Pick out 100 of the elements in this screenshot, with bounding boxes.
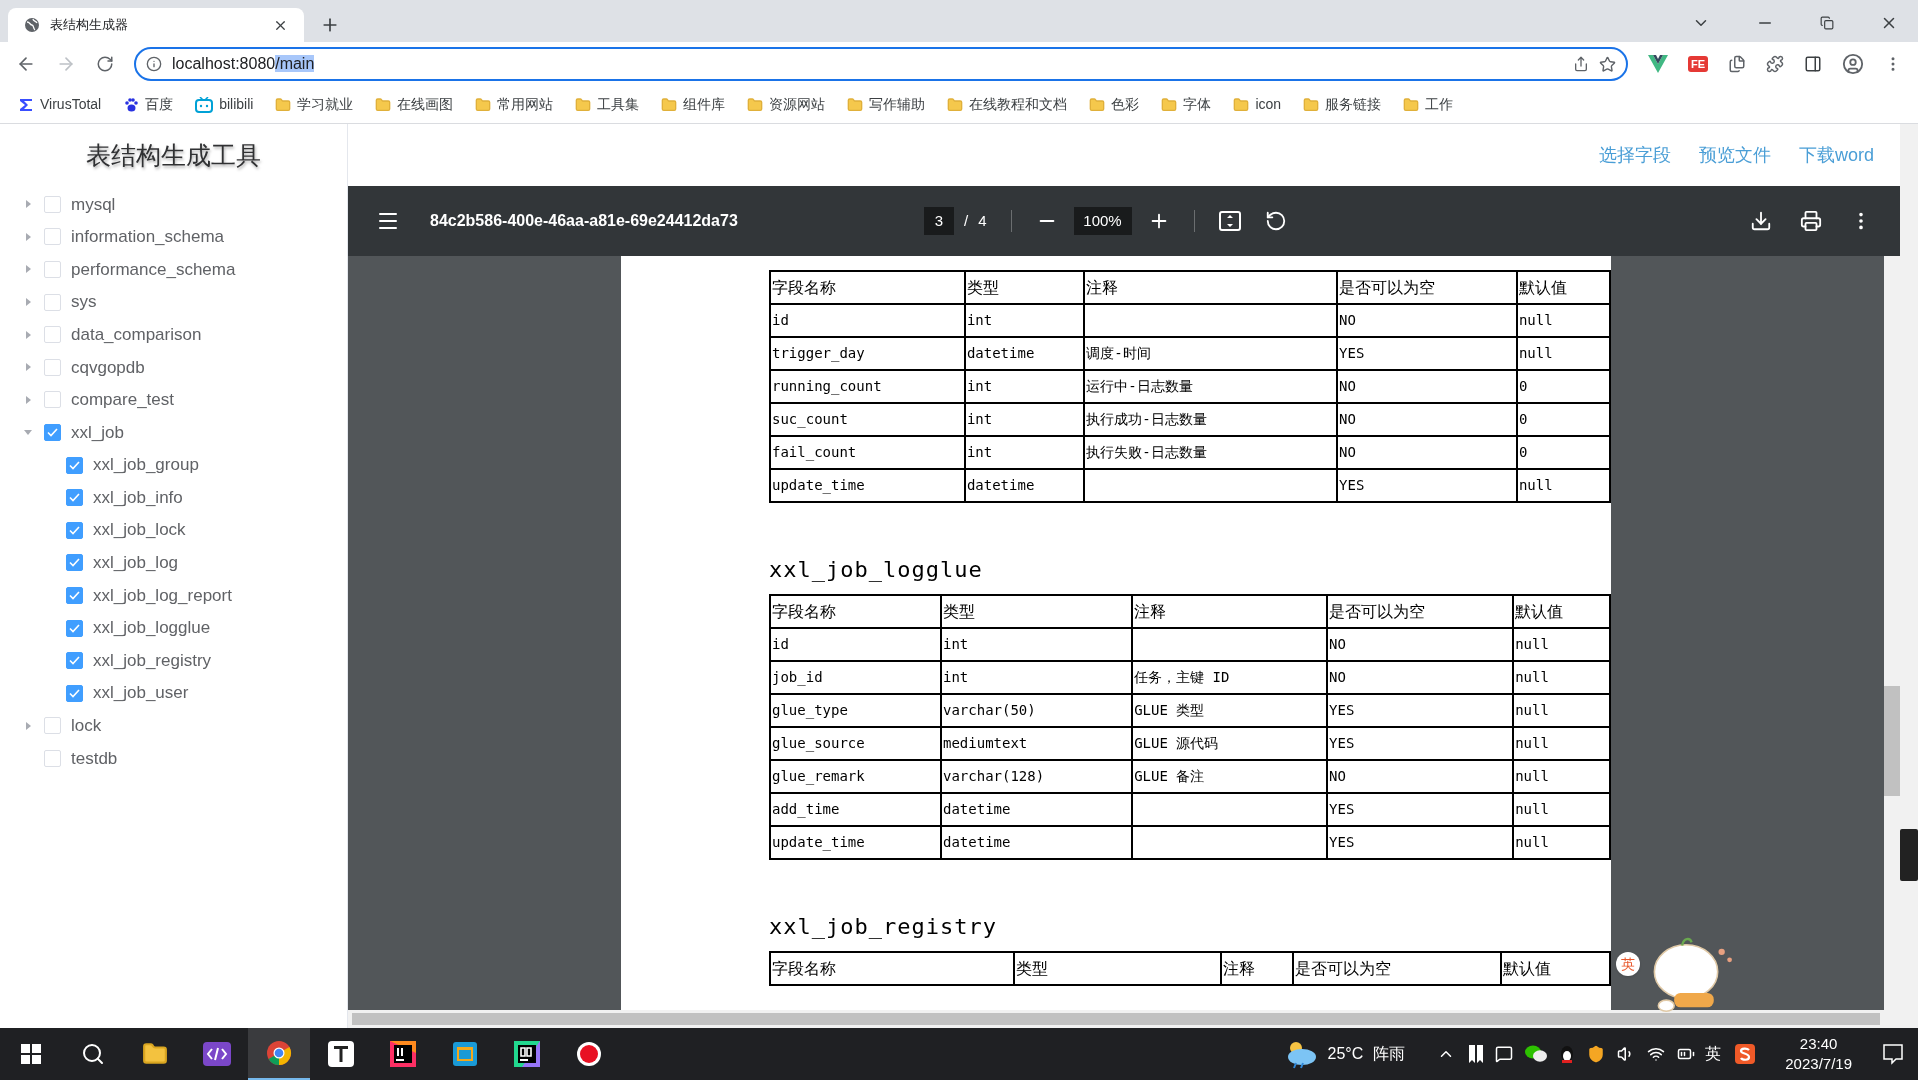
checkbox[interactable] <box>44 423 61 441</box>
table-cell: int <box>966 411 993 427</box>
fit-page-icon[interactable] <box>1218 211 1241 231</box>
bookmark-item[interactable]: 常用网站 <box>497 94 554 115</box>
horizontal-scrollbar[interactable] <box>348 1010 1884 1028</box>
tree-item[interactable]: xxl_job_log <box>93 550 179 576</box>
checkbox[interactable] <box>66 619 83 637</box>
shield-icon[interactable] <box>1587 1045 1606 1063</box>
tree-item[interactable]: xxl_job_lock <box>93 517 186 543</box>
bookmark-item[interactable]: VirusTotal <box>40 94 102 115</box>
bookmark-item[interactable]: 在线教程和文档 <box>969 94 1068 115</box>
folder-icon <box>747 96 764 113</box>
column-header: 字段名称 <box>770 595 941 628</box>
reload-icon[interactable] <box>96 55 114 73</box>
restore-icon[interactable] <box>1820 16 1834 30</box>
bookmark-icon[interactable] <box>1469 1045 1484 1063</box>
tree-item[interactable]: testdb <box>71 745 118 772</box>
tree-item[interactable]: information_schema <box>71 224 225 250</box>
bookmark-item[interactable]: 字体 <box>1183 94 1212 115</box>
search-icon <box>81 1042 105 1066</box>
check-icon <box>69 656 80 666</box>
column-header: 类型 <box>964 271 1085 304</box>
table-cell: NO <box>1329 669 1346 685</box>
copy-extension-icon[interactable] <box>1728 55 1746 73</box>
checkbox[interactable] <box>66 489 83 507</box>
bookmark-item[interactable]: 写作辅助 <box>869 94 926 115</box>
bookmark-item[interactable]: 学习就业 <box>297 94 354 115</box>
code-icon <box>203 1042 231 1066</box>
bookmark-item[interactable]: 工具集 <box>597 94 640 115</box>
column-header: 注释 <box>1132 595 1328 628</box>
tree-item[interactable]: xxl_job_user <box>93 680 189 706</box>
page-field[interactable]: 3 <box>924 207 954 235</box>
bookmark-item[interactable]: 工作 <box>1425 94 1454 115</box>
fe-extension-icon[interactable]: FE <box>1687 55 1708 73</box>
tree-item[interactable]: xxl_job <box>71 419 124 446</box>
download-icon[interactable] <box>1750 210 1772 232</box>
column-header: 默认值 <box>1500 952 1610 985</box>
checkbox[interactable] <box>66 684 83 702</box>
table-cell: null <box>1518 312 1553 328</box>
tree-item[interactable]: performance_schema <box>71 256 236 283</box>
notification-icon[interactable] <box>1882 1043 1904 1065</box>
tree-item[interactable]: lock <box>71 713 102 739</box>
zoom-field[interactable]: 100% <box>1073 207 1132 235</box>
checkbox[interactable] <box>66 652 83 670</box>
print-icon[interactable] <box>1800 210 1822 232</box>
extensions-icon[interactable] <box>1766 55 1784 73</box>
tree-item[interactable]: data_comparison <box>71 321 202 348</box>
sogou-icon[interactable] <box>1735 1044 1756 1064</box>
bookmark-item[interactable]: 资源网站 <box>769 94 826 115</box>
tree-item[interactable]: xxl_job_registry <box>93 647 212 674</box>
tree-item[interactable]: sys <box>71 289 97 315</box>
bookmark-item[interactable]: 组件库 <box>683 94 726 115</box>
tree-item[interactable]: xxl_job_logglue <box>93 615 211 641</box>
bookmark-item[interactable]: 服务链接 <box>1325 94 1382 115</box>
bookmark-item[interactable]: 在线画图 <box>397 94 454 115</box>
vertical-scrollbar[interactable] <box>1884 256 1900 1028</box>
url-text: localhost:8080/main <box>172 54 315 74</box>
check-icon <box>69 493 80 503</box>
table-cell: null <box>1518 477 1553 493</box>
column-header: 注释 <box>1084 271 1338 304</box>
globe-icon <box>24 17 40 33</box>
tree-item[interactable]: xxl_job_log_report <box>93 582 232 609</box>
table-cell: NO <box>1339 378 1356 394</box>
share-icon[interactable] <box>1572 56 1589 72</box>
tree-item[interactable]: xxl_job_info <box>93 484 183 511</box>
record-icon <box>576 1041 602 1067</box>
table-cell: datetime <box>943 834 1011 850</box>
bookmark-item[interactable]: 百度 <box>145 94 174 115</box>
column-header: 是否可以为空 <box>1293 952 1501 985</box>
checkbox[interactable] <box>66 586 83 604</box>
page-scrollbar[interactable] <box>1900 124 1918 1028</box>
table-cell: null <box>1515 636 1549 652</box>
bookmark-item[interactable]: 色彩 <box>1111 94 1140 115</box>
table-cell: 执行成功-日志数量 <box>1086 411 1207 427</box>
taskbar-app[interactable] <box>248 1028 310 1080</box>
profile-icon[interactable] <box>1842 53 1864 75</box>
chat-icon[interactable] <box>1525 1045 1548 1063</box>
checkbox[interactable] <box>66 521 83 539</box>
checkbox[interactable] <box>66 554 83 572</box>
rotate-icon[interactable] <box>1264 210 1287 232</box>
table-cell: varchar(128) <box>943 768 1045 784</box>
tree-item[interactable]: compare_test <box>71 387 174 413</box>
bookmark-item[interactable]: bilibili <box>219 94 254 115</box>
table-cell: suc_count <box>772 411 848 427</box>
bookmark-item[interactable]: icon <box>1255 94 1282 115</box>
table-cell: YES <box>1339 345 1365 361</box>
table-cell: YES <box>1329 702 1355 718</box>
side-panel-icon[interactable] <box>1804 55 1822 73</box>
v-logo-icon[interactable] <box>1647 55 1668 73</box>
input-method[interactable]: 英 <box>1705 1042 1722 1066</box>
tab-title: 表结构生成器 <box>50 16 129 35</box>
wifi-icon[interactable] <box>1647 1045 1666 1063</box>
tree-item[interactable]: mysql <box>71 191 116 218</box>
bookmark-star-icon[interactable] <box>1598 55 1616 73</box>
browser-tab[interactable]: 表结构生成器 <box>8 8 304 42</box>
tree-item[interactable]: cqvgopdb <box>71 354 145 380</box>
penguin-icon[interactable] <box>1559 1044 1576 1064</box>
checkbox[interactable] <box>66 456 83 474</box>
tree-item[interactable]: xxl_job_group <box>93 452 199 478</box>
address-bar[interactable]: localhost:8080/main <box>134 47 1628 81</box>
